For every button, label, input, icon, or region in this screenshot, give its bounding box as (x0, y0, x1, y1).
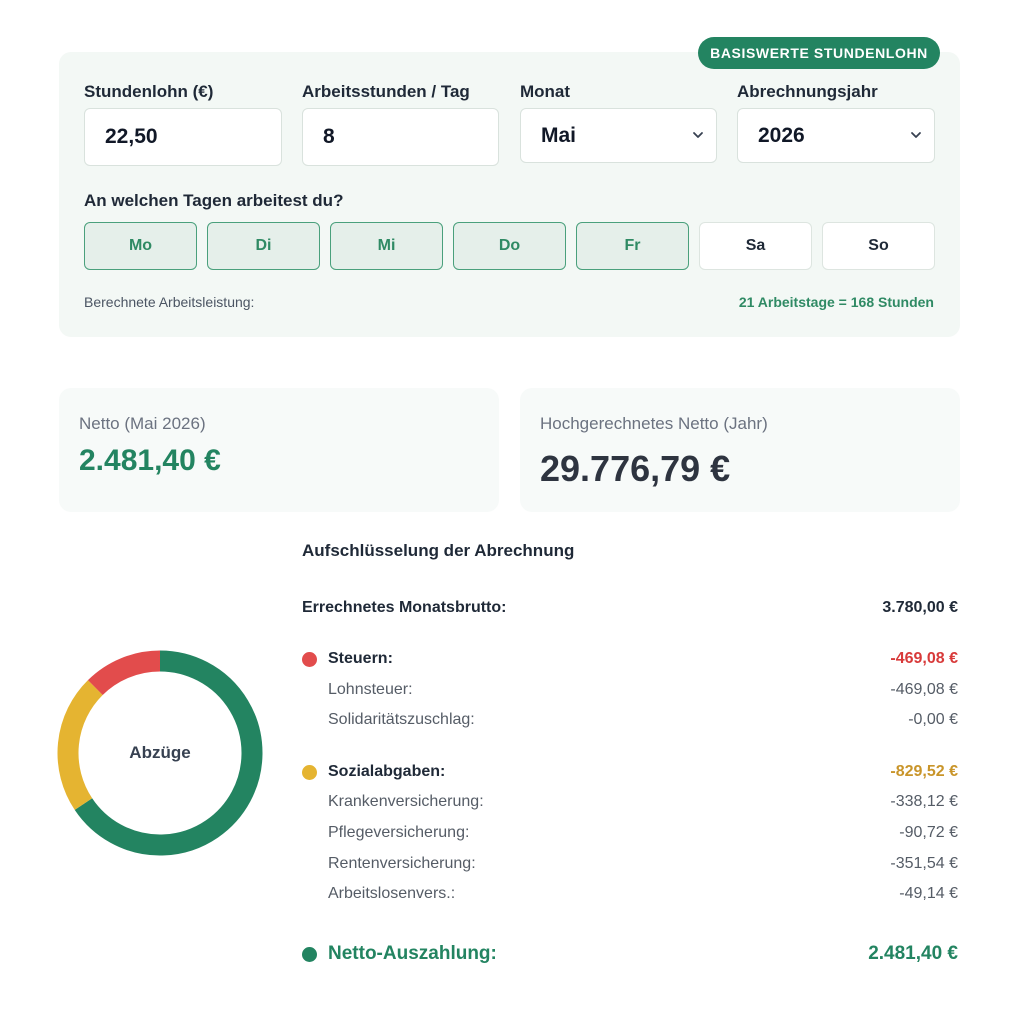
deductions-donut: Abzüge (52, 645, 268, 861)
tax-item-value: -0,00 € (908, 711, 958, 728)
tax-item-row: Solidaritätszuschlag: -0,00 € (328, 708, 958, 732)
net-payout-row: Netto-Auszahlung: 2.481,40 € (302, 940, 958, 968)
social-value: -829,52 € (890, 763, 958, 780)
work-summary-value: 21 Arbeitstage = 168 Stunden (738, 294, 934, 310)
chevron-down-icon (911, 132, 921, 138)
taxes-value: -469,08 € (890, 650, 958, 667)
tax-item-label: Lohnsteuer: (328, 681, 413, 698)
day-toggle-sa[interactable]: Sa (699, 222, 812, 270)
taxes-row: Steuern: -469,08 € (302, 647, 958, 671)
net-month-card: Netto (Mai 2026) 2.481,40 € (59, 388, 499, 512)
wage-input-value: 22,50 (105, 125, 158, 148)
net-payout-label: Netto-Auszahlung: (328, 943, 497, 964)
year-select[interactable]: 2026 (737, 108, 935, 163)
month-select-value: Mai (541, 123, 577, 147)
net-month-label: Netto (Mai 2026) (79, 414, 206, 433)
tax-item-row: Lohnsteuer: -469,08 € (328, 678, 958, 702)
social-dot-icon (302, 764, 317, 780)
tax-item-value: -469,08 € (890, 681, 958, 698)
net-payout-value: 2.481,40 € (868, 943, 958, 964)
social-item-row: Rentenversicherung: -351,54 € (328, 852, 958, 876)
social-item-label: Arbeitslosenvers.: (328, 885, 456, 902)
gross-label: Errechnetes Monatsbrutto: (302, 599, 507, 616)
year-label: Abrechnungsjahr (737, 82, 878, 101)
social-item-label: Pflegeversicherung: (328, 824, 470, 841)
month-select[interactable]: Mai (520, 108, 717, 163)
wage-label: Stundenlohn (€) (84, 82, 214, 101)
social-row: Sozialabgaben: -829,52 € (302, 760, 958, 784)
base-values-badge: BASISWERTE STUNDENLOHN (698, 37, 940, 69)
net-month-value: 2.481,40 € (79, 444, 221, 477)
taxes-label: Steuern: (328, 650, 393, 667)
social-item-row: Arbeitslosenvers.: -49,14 € (328, 882, 958, 906)
net-year-card: Hochgerechnetes Netto (Jahr) 29.776,79 € (520, 388, 960, 512)
social-item-row: Krankenversicherung: -338,12 € (328, 790, 958, 814)
social-item-value: -49,14 € (899, 885, 958, 902)
work-summary-row: Berechnete Arbeitsleistung: 21 Arbeitsta… (84, 290, 934, 314)
donut-center-label: Abzüge (129, 743, 191, 762)
day-toggle-mi[interactable]: Mi (330, 222, 443, 270)
hours-label: Arbeitsstunden / Tag (302, 82, 470, 101)
social-item-value: -338,12 € (890, 793, 958, 810)
social-item-value: -351,54 € (890, 855, 958, 872)
hours-input-value: 8 (323, 125, 335, 148)
month-label: Monat (520, 82, 571, 101)
wage-input[interactable]: 22,50 (84, 108, 282, 166)
social-label: Sozialabgaben: (328, 763, 446, 780)
gross-row: Errechnetes Monatsbrutto: 3.780,00 € (302, 596, 958, 620)
workdays-title: An welchen Tagen arbeitest du? (84, 191, 344, 210)
work-summary-label: Berechnete Arbeitsleistung: (84, 294, 255, 310)
social-item-value: -90,72 € (899, 824, 958, 841)
breakdown-title: Aufschlüsselung der Abrechnung (302, 541, 575, 560)
social-item-label: Rentenversicherung: (328, 855, 476, 872)
hours-input[interactable]: 8 (302, 108, 499, 166)
chevron-down-icon (693, 132, 703, 138)
day-toggle-di[interactable]: Di (207, 222, 320, 270)
social-item-row: Pflegeversicherung: -90,72 € (328, 821, 958, 845)
day-toggle-do[interactable]: Do (453, 222, 566, 270)
net-dot-icon (302, 946, 317, 962)
day-toggle-fr[interactable]: Fr (576, 222, 689, 270)
net-year-value: 29.776,79 € (540, 448, 731, 489)
day-toggle-so[interactable]: So (822, 222, 935, 270)
day-toggle-mo[interactable]: Mo (84, 222, 197, 270)
net-year-label: Hochgerechnetes Netto (Jahr) (540, 414, 768, 433)
taxes-dot-icon (302, 651, 317, 667)
gross-value: 3.780,00 € (882, 599, 958, 616)
year-select-value: 2026 (758, 123, 805, 147)
social-item-label: Krankenversicherung: (328, 793, 484, 810)
tax-item-label: Solidaritätszuschlag: (328, 711, 475, 728)
